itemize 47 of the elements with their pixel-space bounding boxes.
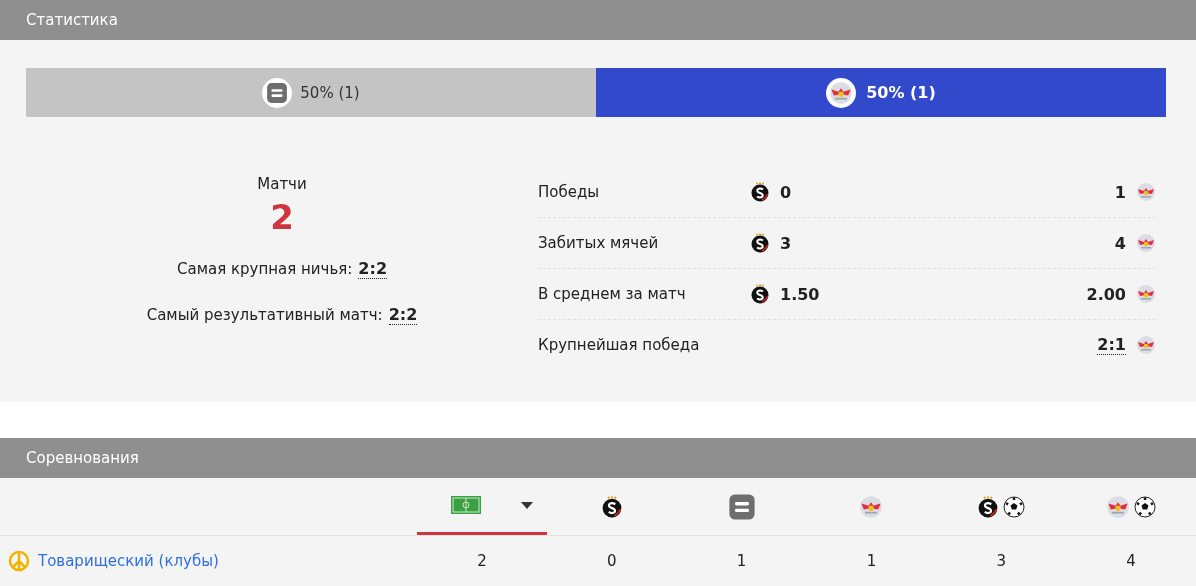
score-link[interactable]: 2:1 (1097, 335, 1126, 355)
stat-label: Крупнейшая победа (538, 336, 701, 354)
club-badge-icon (750, 233, 770, 253)
stat-value: 0 (780, 182, 792, 202)
table-cell-text: 0 (605, 552, 618, 570)
score-link[interactable]: 2:2 (388, 305, 418, 325)
share-label: 50% (1) (300, 83, 360, 102)
club-badge-icon (750, 182, 770, 202)
stat-value: 2.00 (1086, 284, 1126, 304)
table-cell-text: 1 (735, 552, 748, 570)
stat-value: 4 (1114, 233, 1126, 253)
club-badge-icon (829, 80, 854, 105)
section-title: Соревнования (26, 449, 139, 467)
score-link[interactable]: 2:2 (358, 259, 387, 279)
club-badge-icon (1136, 182, 1156, 202)
stat-value: 1.50 (780, 284, 820, 304)
matches-count: 2 (270, 197, 294, 237)
stat-label: Победы (538, 183, 601, 201)
stat-value: 3 (780, 233, 792, 253)
club-badge-icon (977, 495, 1000, 518)
club-badge-icon (750, 284, 770, 304)
share-label: 50% (1) (866, 83, 936, 102)
caret-icon[interactable] (520, 501, 533, 509)
ball-icon (1134, 495, 1157, 518)
equals-icon (727, 492, 756, 521)
club-badge-icon (1136, 335, 1156, 355)
table-cell-text: 2 (476, 552, 488, 570)
table-cell-text: 3 (995, 552, 1007, 570)
table-cell-text: 1 (865, 552, 878, 570)
section-title: Статистика (26, 11, 118, 29)
ball-icon (1003, 495, 1026, 518)
club-badge-icon (859, 494, 884, 519)
club-badge-icon (1136, 284, 1156, 304)
stat-label: В среднем за матч (538, 285, 687, 303)
record-label: Самая крупная ничья: (177, 260, 353, 278)
stat-value: 1 (1114, 182, 1126, 202)
pitch-icon[interactable] (450, 496, 481, 514)
club-badge-icon (1106, 494, 1131, 519)
matches-label: Матчи (257, 175, 307, 193)
record-label: Самый результативный матч: (146, 306, 383, 324)
club-badge-icon (600, 495, 623, 518)
peace-icon (8, 550, 30, 572)
competition-link[interactable]: Товарищеский (клубы) (38, 552, 219, 570)
equals-icon (266, 81, 289, 104)
table-cell-text: 4 (1125, 552, 1137, 570)
club-badge-icon (1136, 233, 1156, 253)
stat-label: Забитых мячей (538, 234, 660, 252)
